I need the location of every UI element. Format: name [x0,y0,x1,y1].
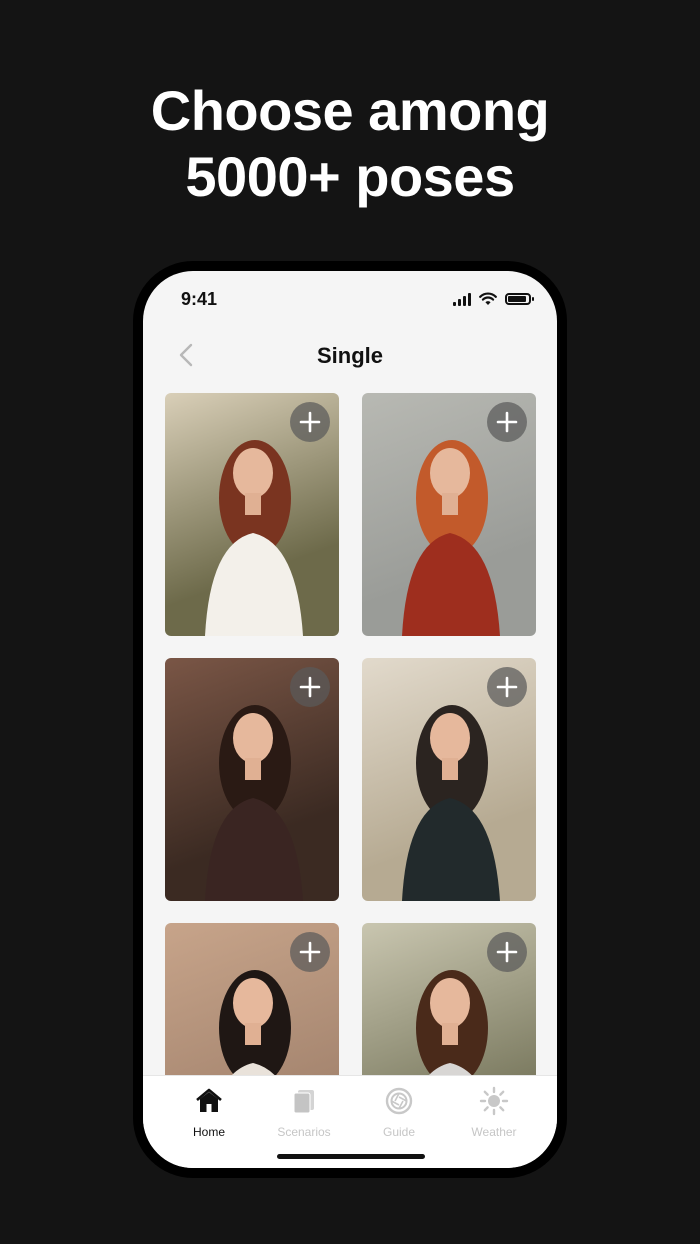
pose-card[interactable] [165,393,339,636]
add-pose-button[interactable] [487,667,527,707]
pose-card[interactable] [165,658,339,901]
add-pose-button[interactable] [290,667,330,707]
tab-home[interactable]: Home [164,1086,254,1139]
battery-level [508,296,526,302]
promo-headline: Choose among 5000+ poses [0,78,700,210]
pose-grid [165,393,537,1075]
battery-icon [505,293,534,305]
plus-icon [299,676,321,698]
plus-icon [496,411,518,433]
pose-card[interactable] [362,658,536,901]
plus-icon [496,941,518,963]
plus-icon [299,411,321,433]
pose-card[interactable] [362,393,536,636]
tab-label-weather: Weather [471,1125,517,1139]
page-title: Single [316,343,383,368]
headline-line-2: 5000+ poses [185,145,515,208]
house-icon [196,1088,222,1112]
status-time: 9:41 [181,289,218,309]
tab-label-scenarios: Scenarios [277,1125,331,1139]
plus-icon [299,941,321,963]
tab-bar: Home Scenarios Guide Weather [143,1075,557,1168]
navigation-bar: Single [143,333,557,377]
plus-icon [496,676,518,698]
add-pose-button[interactable] [290,932,330,972]
headline-line-1: Choose among [150,79,550,142]
sun-icon [479,1086,509,1116]
tab-weather[interactable]: Weather [449,1086,539,1139]
pose-card[interactable] [362,923,536,1075]
aperture-icon [385,1087,413,1115]
status-icons [453,292,534,306]
app-screen: 9:41 Single Home Scenarios Guide Weather [143,271,557,1168]
cards-icon [293,1090,314,1114]
add-pose-button[interactable] [290,402,330,442]
cellular-signal-icon [453,292,471,306]
home-indicator[interactable] [277,1154,425,1159]
add-pose-button[interactable] [487,932,527,972]
tab-guide[interactable]: Guide [354,1086,444,1139]
tab-scenarios[interactable]: Scenarios [259,1086,349,1139]
tab-label-guide: Guide [382,1125,416,1139]
wifi-icon [479,292,497,305]
tab-label-home: Home [192,1125,225,1139]
add-pose-button[interactable] [487,402,527,442]
phone-frame: 9:41 Single Home Scenarios Guide Weather [133,261,567,1178]
status-bar: 9:41 [143,271,557,327]
pose-card[interactable] [165,923,339,1075]
